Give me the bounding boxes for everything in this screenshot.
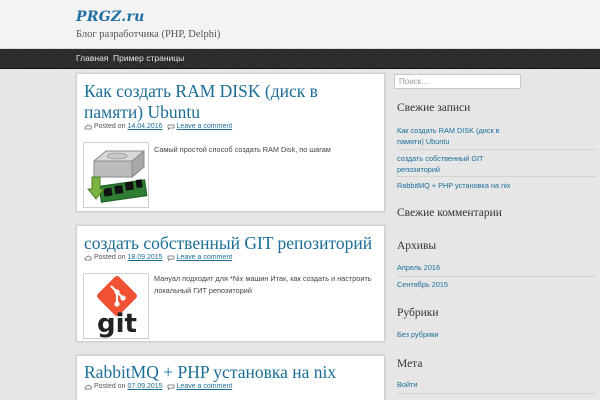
divider [397,393,597,394]
post-meta: Posted on 18.09.2015 Leave a comment [84,254,232,261]
site-title[interactable]: PRGZ.ru [76,9,145,25]
leave-comment-link[interactable]: Leave a comment [177,383,233,390]
site-header: PRGZ.ru Блог разработчика (PHP, Delphi) [0,0,600,49]
main-navigation: Главная Пример страницы [0,49,600,69]
search-input[interactable] [394,74,521,89]
post-date-link[interactable]: 07.09.2015 [127,383,162,390]
post-card: Как создать RAM DISK (диск в памяти) Ubu… [76,73,385,212]
post-date-link[interactable]: 14.04.2016 [127,123,162,130]
divider [397,149,597,150]
meta-login-link[interactable]: Войти [397,379,507,390]
recent-post-link[interactable]: Как создать RAM DISK (диск в памяти) Ubu… [397,125,507,147]
post-title[interactable]: создать собственный GIT репозиторий [84,233,379,254]
leave-comment-link[interactable]: Leave a comment [177,123,233,130]
post-card: RabbitMQ + PHP установка на nix Posted o… [76,355,385,400]
post-card: создать собственный GIT репозиторий Post… [76,225,385,342]
clock-icon [84,255,92,260]
post-title[interactable]: Как создать RAM DISK (диск в памяти) Ubu… [84,81,374,123]
site-description: Блог разработчика (PHP, Delphi) [76,29,221,40]
ram-disk-icon [84,143,148,207]
nav-item-home[interactable]: Главная [76,53,108,63]
leave-comment-link[interactable]: Leave a comment [177,254,233,261]
widget-title-meta: Мета [397,358,423,370]
git-logo-text: git [97,309,137,339]
divider [397,176,597,177]
widget-title-archives: Архивы [397,240,437,252]
category-link[interactable]: Без рубрики [397,329,507,340]
posted-on-label: Posted on [94,123,126,130]
widget-title-recent-comments: Свежие комментарии [397,207,502,219]
archive-link[interactable]: Сентябрь 2015 [397,279,507,290]
post-date-link[interactable]: 18.09.2015 [127,254,162,261]
comment-icon [167,124,174,130]
archive-link[interactable]: Апрель 2016 [397,262,507,273]
post-meta: Posted on 07.09.2015 Leave a comment [84,383,232,390]
comment-icon [167,384,174,390]
post-title[interactable]: RabbitMQ + PHP установка на nix [84,362,379,383]
post-excerpt: Мануал подходит для *Nix машин Итак, как… [154,274,372,295]
divider [397,276,597,277]
clock-icon [84,384,92,389]
widget-title-recent-posts: Свежие записи [397,102,471,114]
posted-on-label: Posted on [94,383,126,390]
recent-post-link[interactable]: создать собственный GIT репозиторий [397,153,507,175]
git-logo: git [84,274,148,339]
nav-item-sample-page[interactable]: Пример страницы [113,53,184,63]
comment-icon [167,255,174,261]
recent-post-link[interactable]: RabbitMQ + PHP установка на nix [397,180,597,191]
posted-on-label: Posted on [94,254,126,261]
clock-icon [84,124,92,129]
post-excerpt: Самый простой способ создать RAM Disk, п… [154,145,331,154]
post-meta: Posted on 14.04.2016 Leave a comment [84,123,232,130]
widget-title-categories: Рубрики [397,307,439,319]
post-thumbnail[interactable]: git [83,273,149,339]
post-thumbnail[interactable] [83,142,149,208]
